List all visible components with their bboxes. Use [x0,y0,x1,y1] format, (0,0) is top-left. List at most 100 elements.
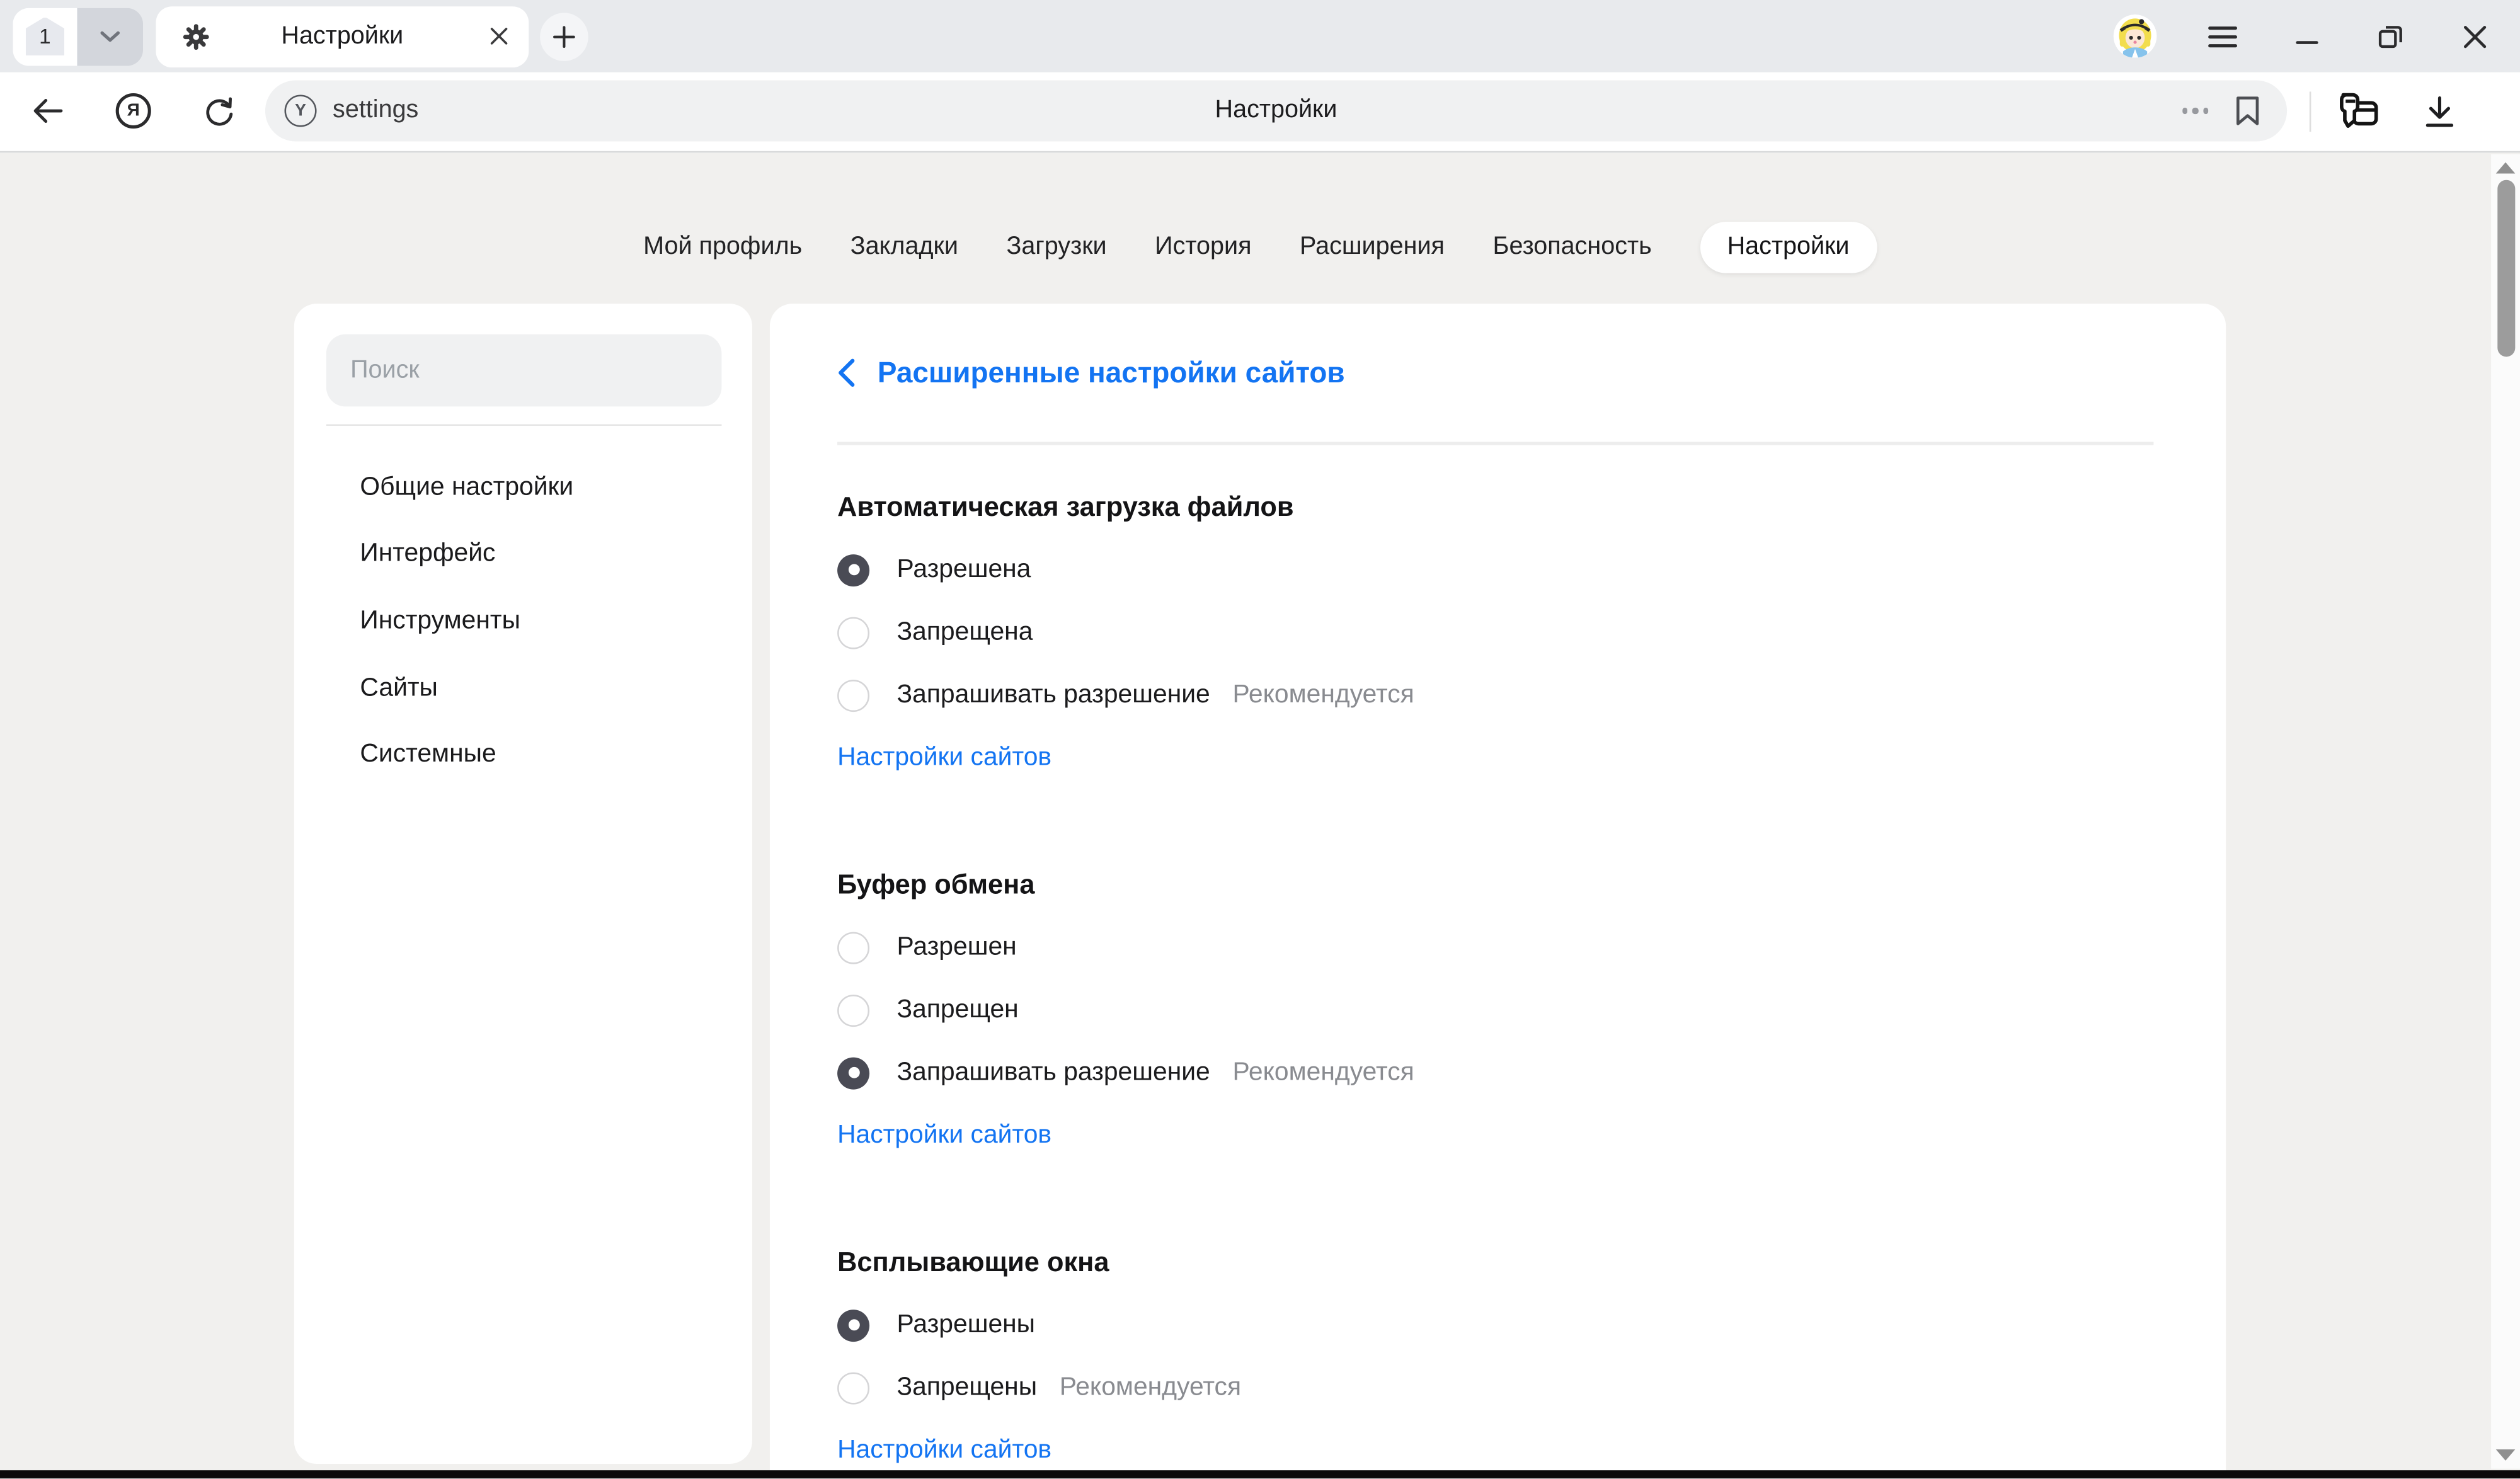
tab-bookmarks[interactable]: Закладки [850,233,958,262]
sidebar-item-general[interactable]: Общие настройки [294,455,752,522]
sidebar-item-system[interactable]: Системные [294,722,752,789]
downloads-button[interactable] [2420,93,2459,132]
back-header[interactable]: Расширенные настройки сайтов [770,304,2226,442]
radio-note: Рекомендуется [1232,1058,1414,1087]
radio-option[interactable]: Запрещен [837,979,2153,1041]
tab-security[interactable]: Безопасность [1492,233,1651,262]
passwords-cards-button[interactable] [2334,90,2382,135]
tab-group-button[interactable]: 1 [13,7,143,65]
sidebar-item-interface[interactable]: Интерфейс [294,522,752,588]
radio-option[interactable]: Запрашивать разрешение Рекомендуется [837,664,2153,726]
settings-nav-tabs: Мой профиль Закладки Загрузки История Ра… [0,220,2520,275]
scroll-down-icon[interactable] [2496,1450,2516,1461]
settings-sections: Автоматическая загрузка файлов Разрешена… [770,476,2226,1479]
radio-icon[interactable] [837,931,869,963]
radio-icon[interactable] [837,994,869,1026]
settings-page: Мой профиль Закладки Загрузки История Ра… [0,154,2520,1479]
radio-label: Разрешена [896,555,1031,584]
yandex-home-button[interactable]: Я [116,93,151,128]
bookmark-icon[interactable] [2234,95,2261,127]
radio-label: Запрашивать разрешение [896,680,1210,709]
tab-my-profile[interactable]: Мой профиль [643,233,802,262]
browser-window: 1 [0,0,2520,1479]
browser-menu-button[interactable] [2208,25,2237,48]
radio-icon[interactable] [837,1309,869,1341]
header-divider [837,442,2153,445]
radio-icon[interactable] [837,1056,869,1088]
radio-label: Запрещены [896,1373,1037,1402]
radio-label: Запрашивать разрешение [896,1058,1210,1087]
tab-extensions[interactable]: Расширения [1300,233,1445,262]
settings-content: Расширенные настройки сайтов Автоматичес… [770,304,2226,1479]
radio-option[interactable]: Разрешена [837,539,2153,601]
tab-bar: 1 [0,0,2520,72]
section-title: Буфер обмена [837,854,2153,916]
radio-note: Рекомендуется [1060,1373,1241,1402]
section-title: Автоматическая загрузка файлов [837,476,2153,538]
section-title: Всплывающие окна [837,1231,2153,1293]
radio-label: Запрещен [896,995,1018,1024]
window-close-button[interactable] [2462,23,2488,49]
radio-option[interactable]: Запрещены Рекомендуется [837,1356,2153,1419]
section-popups: Всплывающие окна Разрешены Запрещены Рек… [837,1231,2153,1479]
page-scrollbar[interactable] [2491,154,2520,1470]
chevron-left-icon [837,358,855,387]
close-icon [2462,23,2488,49]
address-bar-actions [2182,81,2261,142]
page-title[interactable]: Расширенные настройки сайтов [878,356,1345,390]
tab-group-shield-icon: 1 [26,17,64,55]
profile-avatar[interactable] [2114,14,2157,58]
sidebar-nav: Общие настройки Интерфейс Инструменты Са… [294,455,752,789]
toolbar-divider [2310,91,2311,132]
new-tab-button[interactable] [540,12,588,60]
sidebar-item-sites[interactable]: Сайты [294,655,752,722]
radio-icon[interactable] [837,1371,869,1403]
browser-tab-settings[interactable]: Настройки [156,6,529,67]
omnibox-page-title: Настройки [265,81,2287,142]
radio-icon[interactable] [837,616,869,648]
window-minimize-button[interactable] [2295,24,2319,48]
section-auto-download: Автоматическая загрузка файлов Разрешена… [837,476,2153,789]
radio-option[interactable]: Запрашивать разрешение Рекомендуется [837,1041,2153,1104]
plus-icon [553,25,576,48]
tab-downloads[interactable]: Загрузки [1006,233,1106,262]
radio-label: Запрещена [896,618,1033,647]
download-icon [2420,93,2459,132]
radio-label: Разрешены [896,1310,1035,1339]
tab-history[interactable]: История [1155,233,1251,262]
yandex-logo-icon: Я [127,101,140,121]
minimize-icon [2295,24,2319,48]
hamburger-icon [2208,25,2237,48]
key-card-icon [2334,90,2382,135]
scroll-up-icon[interactable] [2496,163,2516,174]
tab-group-dropdown[interactable] [77,7,143,65]
back-button[interactable] [30,95,64,127]
restore-icon [2377,23,2404,50]
chevron-down-icon [100,30,120,42]
radio-note: Рекомендуется [1232,680,1414,709]
radio-label: Разрешен [896,933,1016,962]
scrollbar-thumb[interactable] [2497,180,2514,357]
more-icon[interactable] [2182,108,2208,114]
address-bar[interactable]: Y settings Настройки [265,81,2287,142]
browser-toolbar: Я Y settings Настройки [0,72,2520,153]
reload-button[interactable] [202,95,236,129]
window-restore-button[interactable] [2377,23,2404,50]
site-settings-link[interactable]: Настройки сайтов [837,1104,2153,1167]
tab-group-counter[interactable]: 1 [13,7,77,65]
section-clipboard: Буфер обмена Разрешен Запрещен Запрашива… [837,854,2153,1167]
radio-icon[interactable] [837,679,869,711]
sidebar-item-tools[interactable]: Инструменты [294,588,752,655]
site-settings-link[interactable]: Настройки сайтов [837,726,2153,789]
radio-option[interactable]: Разрешены [837,1294,2153,1356]
tab-group-count: 1 [39,24,50,48]
window-bottom-edge [0,1471,2520,1479]
radio-icon[interactable] [837,554,869,586]
tab-close-icon[interactable] [490,26,508,44]
tab-settings[interactable]: Настройки [1700,222,1877,273]
search-input[interactable] [326,334,722,407]
sidebar-divider [326,424,722,426]
settings-sidebar: Общие настройки Интерфейс Инструменты Са… [294,304,752,1464]
radio-option[interactable]: Разрешен [837,916,2153,978]
radio-option[interactable]: Запрещена [837,601,2153,663]
